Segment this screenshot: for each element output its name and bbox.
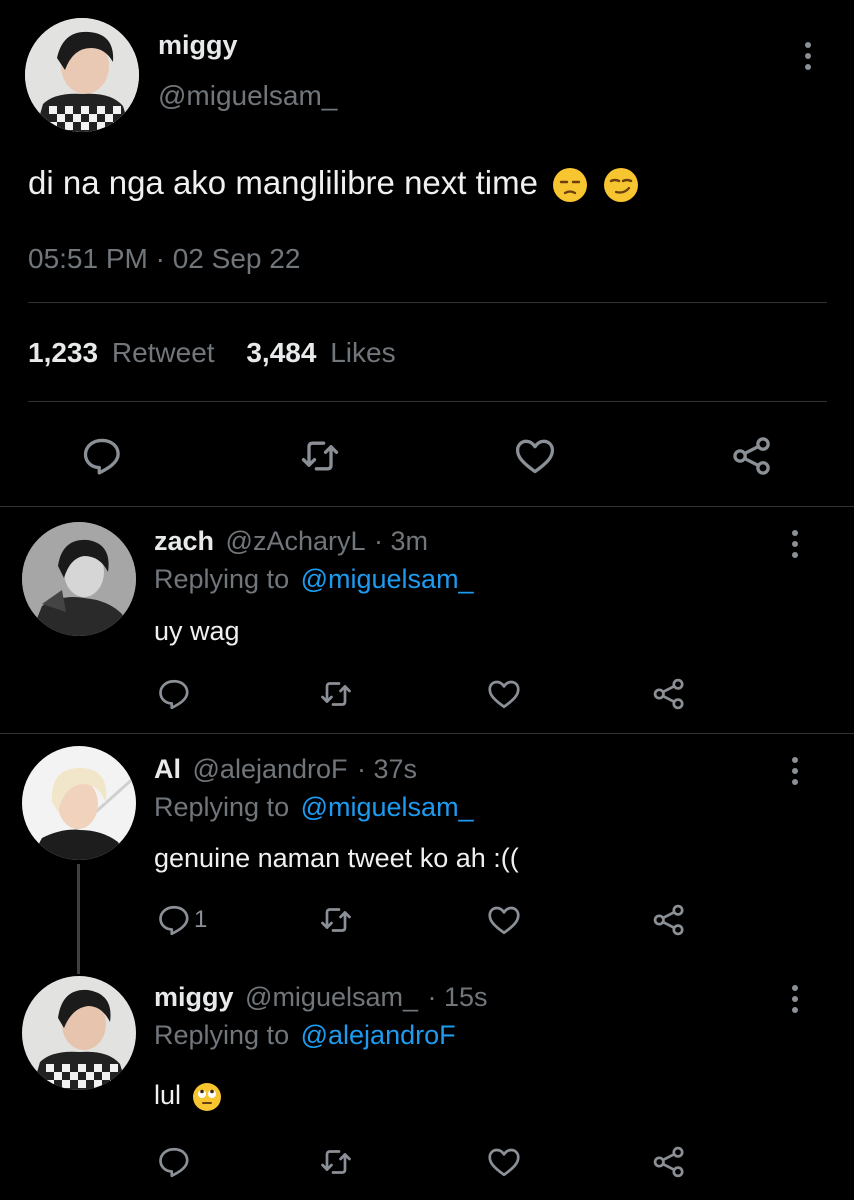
replying-to-label: Replying to xyxy=(154,792,290,822)
reply-like-button[interactable] xyxy=(486,1144,522,1180)
retweet-icon xyxy=(321,682,351,706)
reply-text: uy wag xyxy=(154,616,240,646)
divider xyxy=(28,401,827,402)
retweet-count[interactable]: 1,233 xyxy=(28,337,98,368)
reply-text: genuine naman tweet ko ah :(( xyxy=(154,843,519,873)
replying-to-label: Replying to xyxy=(154,564,290,594)
retweet-icon xyxy=(301,441,339,471)
heart-icon xyxy=(488,680,520,709)
share-icon xyxy=(733,437,770,475)
reply-avatar[interactable] xyxy=(22,746,136,860)
share-icon xyxy=(653,1146,684,1178)
share-icon xyxy=(653,678,684,710)
reply-like-button[interactable] xyxy=(486,902,522,938)
reply-more-icon[interactable] xyxy=(790,757,800,785)
main-like-button[interactable] xyxy=(513,434,557,478)
replying-to-link[interactable]: @miguelsam_ xyxy=(301,564,474,594)
reply-count: 1 xyxy=(194,906,208,933)
reply-header: miggy @miguelsam_ · 15s xyxy=(154,982,488,1013)
reply-retweet-button[interactable] xyxy=(318,676,354,712)
reply-reply-button[interactable]: 1 xyxy=(156,902,207,938)
main-share-button[interactable] xyxy=(730,434,774,478)
main-tweet-more-icon[interactable] xyxy=(803,42,813,70)
share-icon xyxy=(653,904,684,936)
main-tweet-handle[interactable]: @miguelsam_ xyxy=(158,80,337,112)
reply-reply-button[interactable] xyxy=(156,1144,192,1180)
reply-icon xyxy=(159,679,189,710)
thread-connector-line xyxy=(77,864,80,974)
reply-icon xyxy=(83,438,120,475)
main-tweet-display-name[interactable]: miggy xyxy=(158,30,238,61)
like-label[interactable]: Likes xyxy=(330,337,395,368)
main-tweet-text-row: di na nga ako manglilibre next time xyxy=(28,164,639,203)
main-retweet-button[interactable] xyxy=(298,434,342,478)
reply-share-button[interactable] xyxy=(651,1144,687,1180)
smirking-face-emoji xyxy=(604,168,639,203)
reply-time[interactable]: · 3m xyxy=(374,526,428,556)
heart-icon xyxy=(515,439,555,474)
reply-handle[interactable]: @alejandroF xyxy=(193,754,348,784)
replying-to-link[interactable]: @miguelsam_ xyxy=(301,792,474,822)
reply-display-name[interactable]: Al xyxy=(154,754,181,784)
reply-icon xyxy=(159,905,189,936)
reply-share-button[interactable] xyxy=(651,902,687,938)
reply-handle[interactable]: @miguelsam_ xyxy=(245,982,418,1012)
reply-header: Al @alejandroF · 37s xyxy=(154,754,417,785)
divider xyxy=(0,733,854,734)
reply-text-row: lul xyxy=(154,1080,221,1111)
main-reply-button[interactable] xyxy=(80,434,124,478)
like-count[interactable]: 3,484 xyxy=(246,337,316,368)
replying-to-label: Replying to xyxy=(154,1020,290,1050)
reply-more-icon[interactable] xyxy=(790,530,800,558)
reply-share-button[interactable] xyxy=(651,676,687,712)
reply-display-name[interactable]: miggy xyxy=(154,982,234,1012)
reply-display-name[interactable]: zach xyxy=(154,526,214,556)
reply-avatar[interactable] xyxy=(22,976,136,1090)
divider xyxy=(28,302,827,303)
reply-retweet-button[interactable] xyxy=(318,902,354,938)
heart-icon xyxy=(488,1148,520,1177)
heart-icon xyxy=(488,906,520,935)
reply-avatar[interactable] xyxy=(22,522,136,636)
reply-reply-button[interactable] xyxy=(156,676,192,712)
reply-time[interactable]: · 15s xyxy=(428,982,488,1012)
reply-icon xyxy=(159,1147,189,1178)
retweet-icon xyxy=(321,1150,351,1174)
reply-time[interactable]: · 37s xyxy=(357,754,417,784)
replying-to-line: Replying to @miguelsam_ xyxy=(154,564,474,595)
retweet-icon xyxy=(321,908,351,932)
main-tweet-text: di na nga ako manglilibre next time xyxy=(28,164,538,201)
reply-retweet-button[interactable] xyxy=(318,1144,354,1180)
reply-header: zach @zAcharyL · 3m xyxy=(154,526,428,557)
replying-to-link[interactable]: @alejandroF xyxy=(301,1020,456,1050)
divider xyxy=(0,506,854,507)
reply-handle[interactable]: @zAcharyL xyxy=(226,526,365,556)
reply-text: lul xyxy=(154,1080,182,1110)
main-tweet-timestamp[interactable]: 05:51 PM · 02 Sep 22 xyxy=(28,243,300,275)
retweet-label[interactable]: Retweet xyxy=(112,337,215,368)
replying-to-line: Replying to @miguelsam_ xyxy=(154,792,474,823)
reply-more-icon[interactable] xyxy=(790,985,800,1013)
main-tweet-stats: 1,233 Retweet 3,484 Likes xyxy=(28,337,396,369)
face-with-rolling-eyes-emoji xyxy=(192,1082,221,1111)
reply-like-button[interactable] xyxy=(486,676,522,712)
main-tweet-avatar[interactable] xyxy=(25,18,139,132)
replying-to-line: Replying to @alejandroF xyxy=(154,1020,456,1051)
unamused-face-emoji xyxy=(553,168,588,203)
